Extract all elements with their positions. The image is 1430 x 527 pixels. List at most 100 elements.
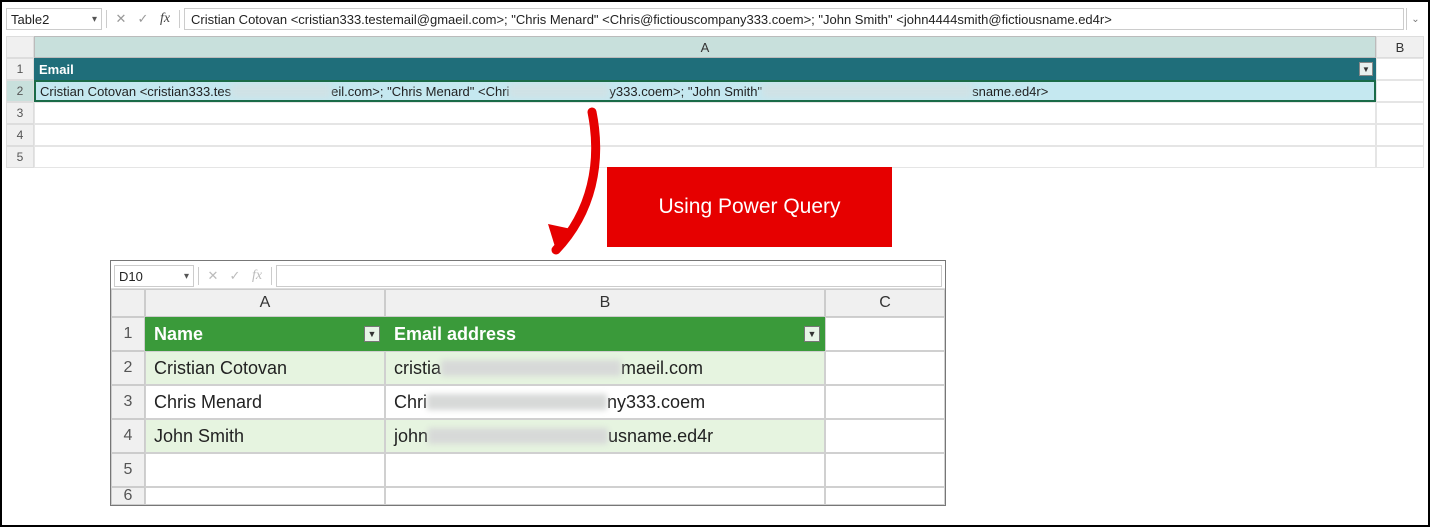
annotation-label: Using Power Query: [607, 167, 892, 247]
cell-B2[interactable]: cristia maeil.com: [385, 351, 825, 385]
cell-B5[interactable]: [1376, 146, 1424, 168]
row-header-4[interactable]: 4: [6, 124, 34, 146]
cell-B5[interactable]: [385, 453, 825, 487]
table-header-email[interactable]: Email address ▼: [385, 317, 825, 351]
cell-C5[interactable]: [825, 453, 945, 487]
cell-C4[interactable]: [825, 419, 945, 453]
row-3: 3: [6, 102, 1424, 124]
cell-B2[interactable]: [1376, 80, 1424, 102]
cell-C6[interactable]: [825, 487, 945, 505]
worksheet-top: A B 1 Email ▼ 2 Cristian Cotovan <cristi…: [6, 36, 1424, 168]
row-header-3[interactable]: 3: [111, 385, 145, 419]
chevron-down-icon: ⌄: [1411, 14, 1419, 25]
annotation-text: Using Power Query: [658, 195, 840, 219]
name-box-bottom[interactable]: D10 ▾: [114, 265, 194, 287]
cancel-formula-button[interactable]: ✕: [111, 9, 131, 29]
redacted-segment: [428, 428, 608, 444]
cell-A6[interactable]: [145, 487, 385, 505]
header-label: Email address: [394, 324, 516, 345]
cell-A5[interactable]: [145, 453, 385, 487]
worksheet-bottom: D10 ▾ ✕ ✓ fx A B C 1 Name ▼ Email addres…: [110, 260, 946, 506]
column-header-B[interactable]: B: [385, 289, 825, 317]
column-header-row: A B: [6, 36, 1424, 58]
accept-formula-button[interactable]: ✓: [133, 9, 153, 29]
formula-input-top[interactable]: Cristian Cotovan <cristian333.testemail@…: [184, 8, 1404, 30]
column-header-C[interactable]: C: [825, 289, 945, 317]
cell-B1[interactable]: [1376, 58, 1424, 80]
column-header-A[interactable]: A: [145, 289, 385, 317]
filter-icon: ▼: [1362, 65, 1370, 74]
filter-icon: ▼: [808, 329, 817, 339]
formula-bar-top: Table2 ▾ ✕ ✓ fx Cristian Cotovan <cristi…: [6, 6, 1424, 32]
table-header-name[interactable]: Name ▼: [145, 317, 385, 351]
filter-button[interactable]: ▼: [364, 326, 380, 342]
check-icon: ✓: [230, 268, 241, 284]
formula-text: Cristian Cotovan <cristian333.testemail@…: [191, 12, 1112, 27]
cell-A2[interactable]: Cristian Cotovan: [145, 351, 385, 385]
row-6: 6: [111, 487, 945, 505]
cancel-formula-button[interactable]: ✕: [203, 266, 223, 286]
filter-button[interactable]: ▼: [804, 326, 820, 342]
row-2: 2 Cristian Cotovan cristia maeil.com: [111, 351, 945, 385]
column-header-A[interactable]: A: [34, 36, 1376, 58]
cell-text-segment: eil.com>; "Chris Menard" <Chri: [331, 84, 509, 99]
cell-B3[interactable]: Chri ny333.coem: [385, 385, 825, 419]
email-prefix: john: [394, 426, 428, 447]
formula-input-bottom[interactable]: [276, 265, 942, 287]
separator: [271, 267, 272, 285]
row-header-4[interactable]: 4: [111, 419, 145, 453]
header-label: Name: [154, 324, 203, 345]
row-1: 1 Name ▼ Email address ▼: [111, 317, 945, 351]
cell-A3[interactable]: Chris Menard: [145, 385, 385, 419]
filter-button[interactable]: ▼: [1359, 62, 1373, 76]
row-header-5[interactable]: 5: [111, 453, 145, 487]
row-header-1[interactable]: 1: [6, 58, 34, 80]
column-header-row: A B C: [111, 289, 945, 317]
fx-button[interactable]: fx: [155, 9, 175, 29]
separator: [179, 10, 180, 28]
name-box-top[interactable]: Table2 ▾: [6, 8, 102, 30]
filter-icon: ▼: [368, 329, 377, 339]
cell-C1[interactable]: [825, 317, 945, 351]
cell-C3[interactable]: [825, 385, 945, 419]
row-4: 4: [6, 124, 1424, 146]
formula-bar-bottom: D10 ▾ ✕ ✓ fx: [111, 261, 945, 289]
cell-B6[interactable]: [385, 487, 825, 505]
email-suffix: maeil.com: [621, 358, 703, 379]
row-header-3[interactable]: 3: [6, 102, 34, 124]
row-1: 1 Email ▼: [6, 58, 1424, 80]
cell-text-segment: sname.ed4r>: [972, 84, 1048, 99]
select-all-corner[interactable]: [6, 36, 34, 58]
row-4: 4 John Smith john usname.ed4r: [111, 419, 945, 453]
fx-icon: fx: [252, 268, 262, 284]
email-prefix: cristia: [394, 358, 441, 379]
name-box-value: D10: [119, 269, 143, 284]
accept-formula-button[interactable]: ✓: [225, 266, 245, 286]
row-header-2[interactable]: 2: [6, 80, 34, 102]
cell-B3[interactable]: [1376, 102, 1424, 124]
row-header-2[interactable]: 2: [111, 351, 145, 385]
row-header-6[interactable]: 6: [111, 487, 145, 505]
fx-button[interactable]: fx: [247, 266, 267, 286]
column-header-B[interactable]: B: [1376, 36, 1424, 58]
cell-A4[interactable]: [34, 124, 1376, 146]
cell-B4[interactable]: [1376, 124, 1424, 146]
redacted-segment: [509, 84, 609, 98]
select-all-corner[interactable]: [111, 289, 145, 317]
table-header-email[interactable]: Email ▼: [34, 58, 1376, 80]
row-header-5[interactable]: 5: [6, 146, 34, 168]
expand-formula-button[interactable]: ⌄: [1406, 8, 1424, 30]
cell-text-segment: Cristian Cotovan <cristian333.tes: [40, 84, 231, 99]
row-5: 5: [6, 146, 1424, 168]
cancel-icon: ✕: [208, 268, 219, 284]
cell-C2[interactable]: [825, 351, 945, 385]
cell-A3[interactable]: [34, 102, 1376, 124]
cell-B4[interactable]: john usname.ed4r: [385, 419, 825, 453]
cell-A5[interactable]: [34, 146, 1376, 168]
cell-text-segment: y333.coem>; "John Smith": [609, 84, 762, 99]
row-header-1[interactable]: 1: [111, 317, 145, 351]
redacted-segment: [762, 84, 972, 98]
cell-A2-selected[interactable]: Cristian Cotovan <cristian333.tes eil.co…: [34, 80, 1376, 102]
email-suffix: usname.ed4r: [608, 426, 713, 447]
cell-A4[interactable]: John Smith: [145, 419, 385, 453]
